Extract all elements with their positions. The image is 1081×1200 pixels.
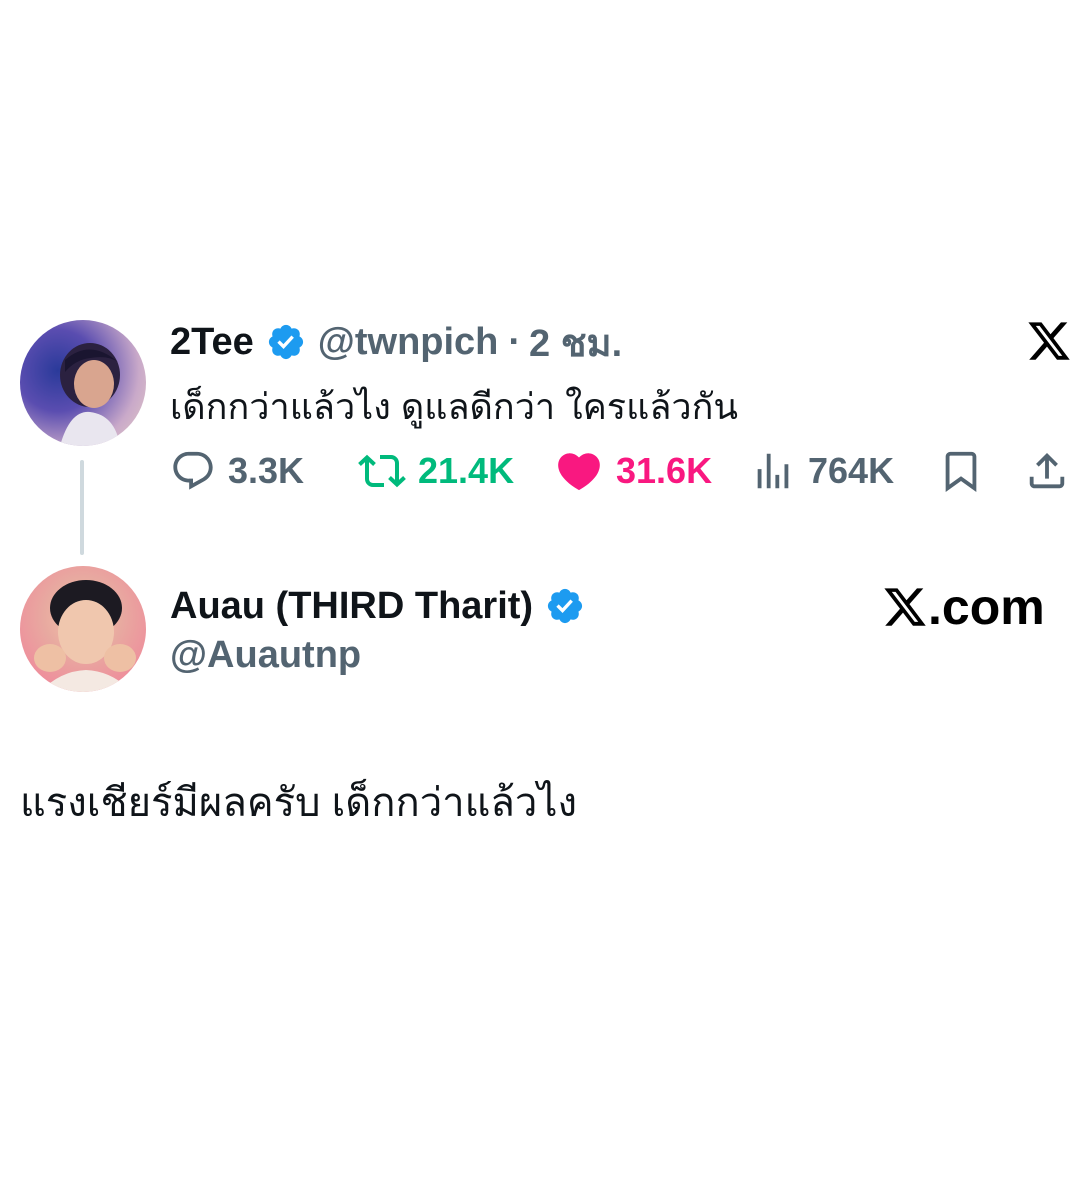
bookmark-button[interactable] [938, 445, 996, 497]
x-dot-com-suffix: .com [928, 579, 1045, 635]
retweet-button[interactable]: 21.4K [358, 445, 514, 497]
x-logo-icon [882, 584, 928, 630]
retweet-count: 21.4K [418, 450, 515, 491]
views-button[interactable]: 764K [750, 445, 894, 497]
verified-badge-icon [545, 586, 585, 626]
share-button[interactable] [1024, 445, 1081, 497]
parent-tweet-header: 2Tee @twnpich · 2 ชม. [170, 316, 622, 368]
tweet-actions-bar: 3.3K 21.4K 31.6K 764K [170, 445, 1070, 497]
share-icon [1029, 452, 1065, 489]
heart-icon [558, 453, 600, 491]
reply-button[interactable]: 3.3K [170, 445, 304, 497]
views-count: 764K [808, 450, 895, 491]
reply-tweet-avatar[interactable] [20, 566, 146, 692]
tweet-timestamp[interactable]: 2 ชม. [529, 312, 622, 373]
like-count: 31.6K [616, 450, 713, 491]
reply-tweet-text: แรงเชียร์มีผลครับ เด็กกว่าแล้วไง [20, 781, 578, 825]
reply-tweet-header: Auau (THIRD Tharit) [170, 582, 585, 630]
header-separator: · [508, 320, 522, 363]
parent-tweet-avatar[interactable] [20, 320, 146, 446]
x-logo-icon[interactable] [1026, 318, 1072, 369]
views-icon [757, 453, 789, 489]
reply-handle[interactable]: @Auautnp [170, 634, 361, 677]
parent-handle[interactable]: @twnpich [318, 321, 499, 364]
x-dot-com-branding: .com [882, 578, 1045, 636]
verified-badge-icon [266, 322, 306, 362]
reply-icon [173, 451, 213, 490]
bookmark-icon [945, 451, 977, 492]
parent-tweet-text: เด็กกว่าแล้วไง ดูแลดีกว่า ใครแล้วกัน [170, 386, 739, 427]
parent-display-name[interactable]: 2Tee [170, 321, 254, 364]
thread-connector-line [80, 460, 84, 555]
retweet-icon [358, 454, 406, 488]
like-button[interactable]: 31.6K [554, 445, 712, 497]
reply-display-name[interactable]: Auau (THIRD Tharit) [170, 585, 533, 628]
reply-count: 3.3K [228, 450, 305, 491]
